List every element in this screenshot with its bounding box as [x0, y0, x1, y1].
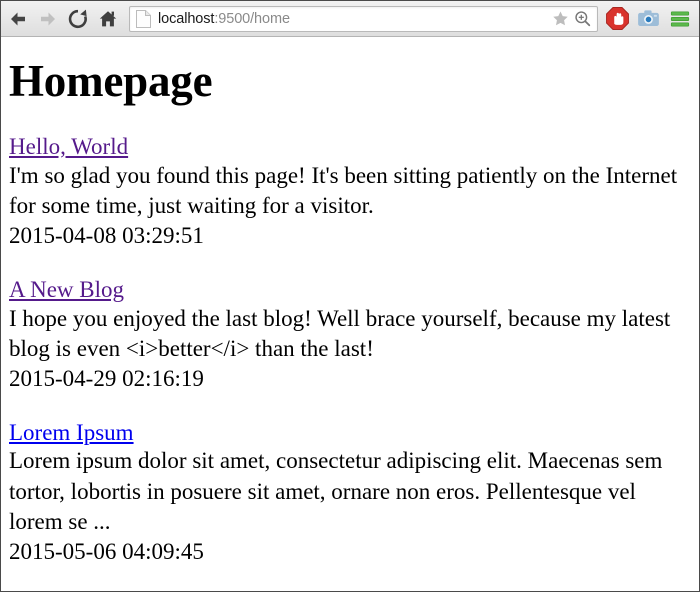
blog-post: Hello, World I'm so glad you found this … [9, 134, 691, 252]
home-button[interactable] [93, 4, 123, 34]
reload-button[interactable] [63, 4, 93, 34]
address-bar[interactable]: localhost:9500/home [129, 5, 598, 32]
back-arrow-icon [7, 8, 29, 30]
forward-button[interactable] [33, 4, 63, 34]
url-host: localhost [158, 10, 215, 27]
back-button[interactable] [3, 4, 33, 34]
blog-post: A New Blog I hope you enjoyed the last b… [9, 277, 691, 395]
bookmark-star-icon[interactable] [549, 8, 571, 30]
post-title-link[interactable]: A New Blog [9, 277, 124, 303]
forward-arrow-icon [37, 8, 59, 30]
post-body: Lorem ipsum dolor sit amet, consectetur … [9, 448, 663, 535]
adblock-icon[interactable] [602, 4, 633, 34]
post-title-link[interactable]: Lorem Ipsum [9, 420, 134, 446]
reload-icon [67, 8, 89, 30]
browser-toolbar: localhost:9500/home [1, 1, 699, 37]
post-date: 2015-04-08 03:29:51 [9, 223, 204, 249]
browser-window: localhost:9500/home Homepage Hello, Worl… [0, 0, 700, 592]
url-path: :9500/home [214, 10, 290, 27]
page-title: Homepage [9, 56, 213, 106]
page-icon [136, 9, 151, 28]
post-body: I'm so glad you found this page! It's be… [9, 162, 678, 219]
post-date: 2015-05-06 04:09:45 [9, 539, 204, 565]
blog-post: Lorem Ipsum Lorem ipsum dolor sit amet, … [9, 420, 691, 568]
zoom-in-icon[interactable] [571, 8, 593, 30]
post-title-link[interactable]: Hello, World [9, 134, 128, 160]
chrome-menu-icon[interactable] [664, 4, 695, 34]
home-icon [97, 8, 119, 30]
camera-icon[interactable] [633, 4, 664, 34]
url-text[interactable]: localhost:9500/home [158, 7, 549, 31]
post-date: 2015-04-29 02:16:19 [9, 366, 204, 392]
post-body: I hope you enjoyed the last blog! Well b… [9, 305, 671, 361]
page-content: Homepage Hello, World I'm so glad you fo… [1, 37, 699, 591]
